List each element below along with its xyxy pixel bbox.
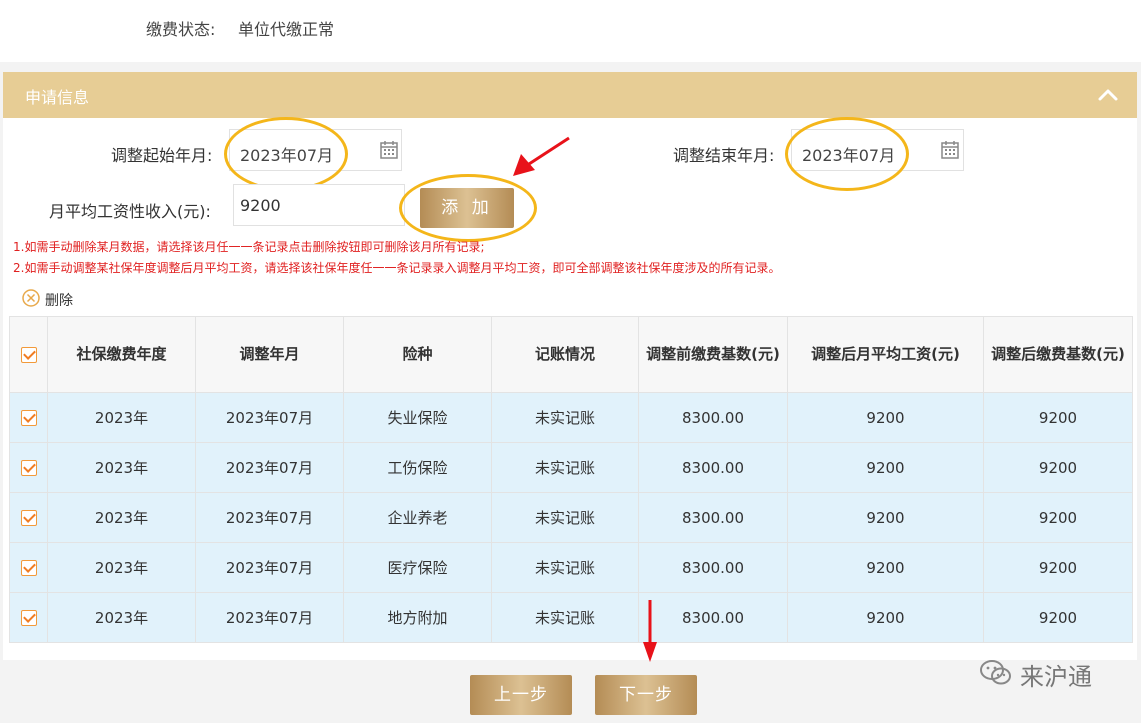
select-all-checkbox[interactable] <box>20 346 37 363</box>
panel-header[interactable]: 申请信息 <box>3 72 1137 118</box>
payment-status-value: 单位代缴正常 <box>238 20 335 39</box>
table-cell: 未实记账 <box>491 392 639 443</box>
start-month-highlight <box>224 117 348 191</box>
row-checkbox[interactable] <box>20 460 37 476</box>
end-month-label: 调整结束年月: <box>673 146 775 165</box>
table-cell: 2023年 <box>47 392 196 443</box>
table-row[interactable]: 2023年 2023年07月 企业养老 未实记账 8300.00 9200 92… <box>9 492 1133 543</box>
table-cell: 9200 <box>787 592 984 643</box>
column-header: 调整前缴费基数(元) <box>638 316 788 393</box>
table-cell: 9200 <box>787 442 984 493</box>
table-row[interactable]: 2023年 2023年07月 失业保险 未实记账 8300.00 9200 92… <box>9 392 1133 443</box>
table-row[interactable]: 2023年 2023年07月 医疗保险 未实记账 8300.00 9200 92… <box>9 542 1133 593</box>
add-button-highlight <box>399 174 537 242</box>
table-cell: 医疗保险 <box>343 542 492 593</box>
column-header: 调整年月 <box>195 316 344 393</box>
table-cell: 2023年 <box>47 442 196 493</box>
next-step-button[interactable]: 下一步 <box>595 675 697 715</box>
table-cell: 未实记账 <box>491 592 639 643</box>
prev-step-button[interactable]: 上一步 <box>470 675 572 715</box>
salary-label: 月平均工资性收入(元): <box>49 202 211 221</box>
table-cell: 2023年 <box>47 492 196 543</box>
table-cell: 工伤保险 <box>343 442 492 493</box>
table-cell: 9200 <box>983 442 1133 493</box>
panel-title: 申请信息 <box>25 88 90 107</box>
table-cell: 9200 <box>787 392 984 443</box>
arrow-down-icon <box>643 600 657 662</box>
row-select-cell[interactable] <box>9 592 48 643</box>
table-cell: 9200 <box>983 392 1133 443</box>
watermark-text: 来沪通 <box>1020 663 1092 691</box>
delete-label: 删除 <box>45 293 73 309</box>
note-delete: 1.如需手动删除某月数据，请选择该月任一一条记录点击删除按钮即可删除该月所有记录… <box>13 240 485 254</box>
table-cell: 未实记账 <box>491 442 639 493</box>
row-checkbox[interactable] <box>20 560 37 576</box>
column-header: 调整后缴费基数(元) <box>983 316 1133 393</box>
table-cell: 2023年 <box>47 592 196 643</box>
column-header: 记账情况 <box>491 316 639 393</box>
calendar-icon[interactable] <box>940 140 960 160</box>
table-cell: 2023年07月 <box>195 592 344 643</box>
adjustment-table: 社保缴费年度 调整年月 险种 记账情况 调整前缴费基数(元) 调整后月平均工资(… <box>9 316 1133 643</box>
table-cell: 9200 <box>787 492 984 543</box>
table-cell: 8300.00 <box>638 542 788 593</box>
table-cell: 2023年07月 <box>195 542 344 593</box>
table-cell: 8300.00 <box>638 392 788 443</box>
row-checkbox[interactable] <box>20 610 37 626</box>
end-month-highlight <box>785 117 909 191</box>
row-select-cell[interactable] <box>9 392 48 443</box>
delete-icon <box>22 289 40 307</box>
table-cell: 2023年07月 <box>195 392 344 443</box>
table-cell: 9200 <box>983 542 1133 593</box>
table-cell: 未实记账 <box>491 542 639 593</box>
column-header: 调整后月平均工资(元) <box>787 316 984 393</box>
row-checkbox[interactable] <box>20 410 37 426</box>
row-select-cell[interactable] <box>9 542 48 593</box>
column-header: 险种 <box>343 316 492 393</box>
start-month-label: 调整起始年月: <box>111 146 213 165</box>
salary-value: 9200 <box>240 196 281 215</box>
table-cell: 8300.00 <box>638 592 788 643</box>
table-cell: 未实记账 <box>491 492 639 543</box>
table-cell: 2023年07月 <box>195 492 344 543</box>
table-cell: 9200 <box>787 542 984 593</box>
select-all-cell[interactable] <box>9 316 48 393</box>
table-cell: 9200 <box>983 492 1133 543</box>
wechat-icon <box>980 660 1011 685</box>
row-checkbox[interactable] <box>20 510 37 526</box>
chevron-up-icon[interactable] <box>1097 85 1119 105</box>
arrow-pointer-icon <box>513 136 570 176</box>
apply-info-panel: 申请信息 调整起始年月: 2023年07月 调整结束年月: 2023年07月 月… <box>3 72 1137 660</box>
table-cell: 8300.00 <box>638 442 788 493</box>
table-cell: 8300.00 <box>638 492 788 543</box>
table-cell: 失业保险 <box>343 392 492 443</box>
table-row[interactable]: 2023年 2023年07月 工伤保险 未实记账 8300.00 9200 92… <box>9 442 1133 493</box>
note-adjust: 2.如需手动调整某社保年度调整后月平均工资，请选择该社保年度任一一条记录录入调整… <box>13 261 781 275</box>
table-header-row: 社保缴费年度 调整年月 险种 记账情况 调整前缴费基数(元) 调整后月平均工资(… <box>9 316 1133 393</box>
table-row[interactable]: 2023年 2023年07月 地方附加 未实记账 8300.00 9200 92… <box>9 592 1133 643</box>
payment-status-card: 缴费状态: 单位代缴正常 <box>0 0 1141 62</box>
row-select-cell[interactable] <box>9 492 48 543</box>
row-select-cell[interactable] <box>9 442 48 493</box>
salary-input[interactable]: 9200 <box>233 184 405 226</box>
table-cell: 2023年 <box>47 542 196 593</box>
column-header: 社保缴费年度 <box>47 316 196 393</box>
table-cell: 2023年07月 <box>195 442 344 493</box>
table-cell: 9200 <box>983 592 1133 643</box>
calendar-icon[interactable] <box>379 140 399 160</box>
table-cell: 企业养老 <box>343 492 492 543</box>
payment-status-label: 缴费状态: <box>146 20 216 39</box>
table-cell: 地方附加 <box>343 592 492 643</box>
